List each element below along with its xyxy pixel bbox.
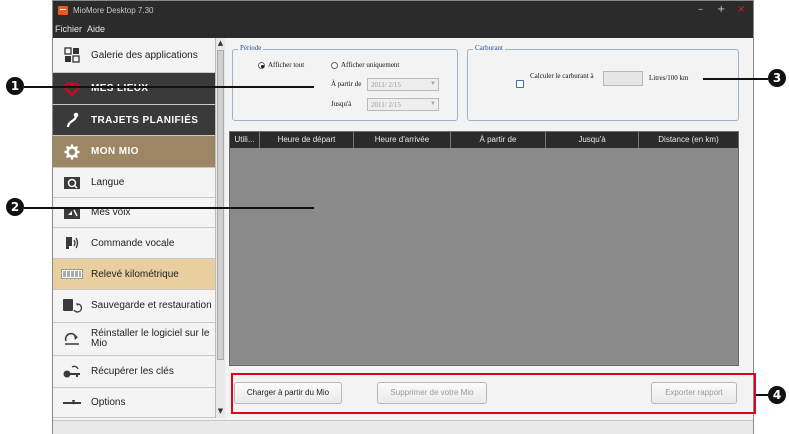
sidebar-item-my-places[interactable]: MES LIEUX (53, 73, 215, 105)
sidebar-item-label: MES LIEUX (91, 83, 149, 94)
menu-bar: Fichier Aide (53, 21, 753, 38)
backup-icon (53, 298, 91, 314)
menu-fichier[interactable]: Fichier (55, 24, 82, 34)
show-only-radio[interactable] (331, 62, 338, 69)
calculate-fuel-label: Calculer le carburant à (530, 72, 594, 80)
sidebar-item-label: Récupérer les clés (91, 366, 174, 377)
callout-1-line (24, 86, 314, 88)
odometer-icon (53, 269, 91, 279)
sidebar-item-label: TRAJETS PLANIFIÉS (91, 114, 199, 126)
language-icon (53, 176, 91, 190)
sidebar-item-options[interactable]: Options (53, 388, 215, 418)
scroll-up-icon[interactable]: ▲ (216, 39, 225, 49)
fuel-legend: Carburant (473, 44, 505, 52)
column-arrival-time[interactable]: Heure d'arrivée (354, 132, 451, 148)
sidebar-item-backup-restore[interactable]: Sauvegarde et restauration (53, 290, 215, 323)
from-date-value: 2011/ 2/15 (371, 81, 401, 89)
callout-4-line (756, 394, 768, 396)
sidebar-item-voice-command[interactable]: Commande vocale (53, 228, 215, 259)
callout-2: 2 (6, 198, 24, 216)
sidebar-item-label: Sauvegarde et restauration (91, 300, 212, 311)
reinstall-icon (53, 332, 91, 346)
grid-icon (53, 47, 91, 63)
show-only-label: Afficher uniquement (341, 61, 400, 69)
callout-3: 3 (768, 69, 786, 87)
fuel-consumption-field[interactable] (603, 71, 643, 86)
chevron-down-icon: ▼ (430, 81, 436, 87)
scroll-thumb[interactable] (217, 50, 224, 360)
status-bar (53, 420, 753, 434)
period-legend: Période (238, 44, 264, 52)
sidebar-item-my-voices[interactable]: Mes voix (53, 198, 215, 228)
column-distance[interactable]: Distance (en km) (639, 132, 738, 148)
sidebar-item-label: MON MIO (91, 146, 139, 157)
main-content: Période Afficher tout Afficher uniquemen… (229, 41, 751, 418)
sidebar-item-retrieve-keys[interactable]: Récupérer les clés (53, 356, 215, 388)
button-bar-highlight (231, 373, 756, 414)
column-to[interactable]: Jusqu'à (546, 132, 639, 148)
maximize-button[interactable]: + (717, 4, 725, 15)
column-from[interactable]: À partir de (451, 132, 546, 148)
fuel-group: Carburant Calculer le carburant à Litres… (467, 44, 739, 121)
fuel-unit-label: Litres/100 km (649, 74, 689, 82)
app-logo-icon (58, 6, 68, 15)
chevron-down-icon: ▼ (430, 101, 436, 107)
sidebar-item-label: Langue (91, 177, 125, 188)
voice-command-icon (53, 235, 91, 251)
to-date-picker[interactable]: 2011/ 2/15 ▼ (367, 98, 439, 111)
column-user[interactable]: Utili... (230, 132, 260, 148)
to-date-value: 2011/ 2/15 (371, 101, 401, 109)
app-window: MioMore Desktop 7.30 – + × Fichier Aide … (52, 0, 754, 434)
column-departure-time[interactable]: Heure de départ (260, 132, 354, 148)
sidebar-item-my-mio[interactable]: MON MIO (53, 136, 215, 168)
show-all-radio[interactable] (258, 62, 265, 69)
gear-icon (53, 144, 91, 160)
sidebar-item-reinstall-software[interactable]: Réinstaller le logiciel sur le Mio (53, 323, 215, 356)
sidebar-item-planned-trips[interactable]: TRAJETS PLANIFIÉS (53, 105, 215, 136)
minimize-button[interactable]: – (698, 4, 703, 15)
sidebar-item-app-gallery[interactable]: Galerie des applications (53, 38, 215, 73)
options-icon (53, 399, 91, 407)
sidebar-item-label: Galerie des applications (91, 49, 198, 61)
sidebar-item-label: Commande vocale (91, 237, 175, 249)
sidebar-item-mileage-log[interactable]: Relevé kilométrique (53, 259, 215, 290)
title-bar: MioMore Desktop 7.30 – + × (53, 1, 753, 21)
period-group: Période Afficher tout Afficher uniquemen… (232, 44, 458, 121)
heart-icon (53, 81, 91, 96)
sidebar-scrollbar[interactable]: ▲ ▼ (215, 38, 225, 418)
window-title: MioMore Desktop 7.30 (73, 6, 154, 15)
table-header: Utili... Heure de départ Heure d'arrivée… (230, 132, 738, 148)
callout-3-line (703, 78, 768, 80)
to-label: Jusqu'à (331, 100, 352, 108)
callout-2-line (24, 207, 314, 209)
callout-4: 4 (768, 386, 786, 404)
callout-1: 1 (6, 77, 24, 95)
route-icon (53, 112, 91, 128)
close-button[interactable]: × (737, 4, 745, 15)
show-all-label: Afficher tout (268, 61, 305, 69)
sidebar-item-language[interactable]: Langue (53, 168, 215, 198)
calculate-fuel-checkbox[interactable] (516, 80, 524, 88)
scroll-down-icon[interactable]: ▼ (216, 407, 225, 417)
from-date-picker[interactable]: 2011/ 2/15 ▼ (367, 78, 439, 91)
sidebar-item-label: Options (91, 397, 126, 408)
sidebar-item-label: Relevé kilométrique (91, 268, 179, 280)
from-label: À partir de (331, 80, 362, 88)
menu-aide[interactable]: Aide (87, 24, 105, 34)
sidebar: Galerie des applications MES LIEUX TRAJE… (53, 38, 226, 418)
mileage-table: Utili... Heure de départ Heure d'arrivée… (229, 131, 739, 366)
sidebar-item-label: Réinstaller le logiciel sur le Mio (91, 328, 210, 349)
key-icon (53, 365, 91, 379)
